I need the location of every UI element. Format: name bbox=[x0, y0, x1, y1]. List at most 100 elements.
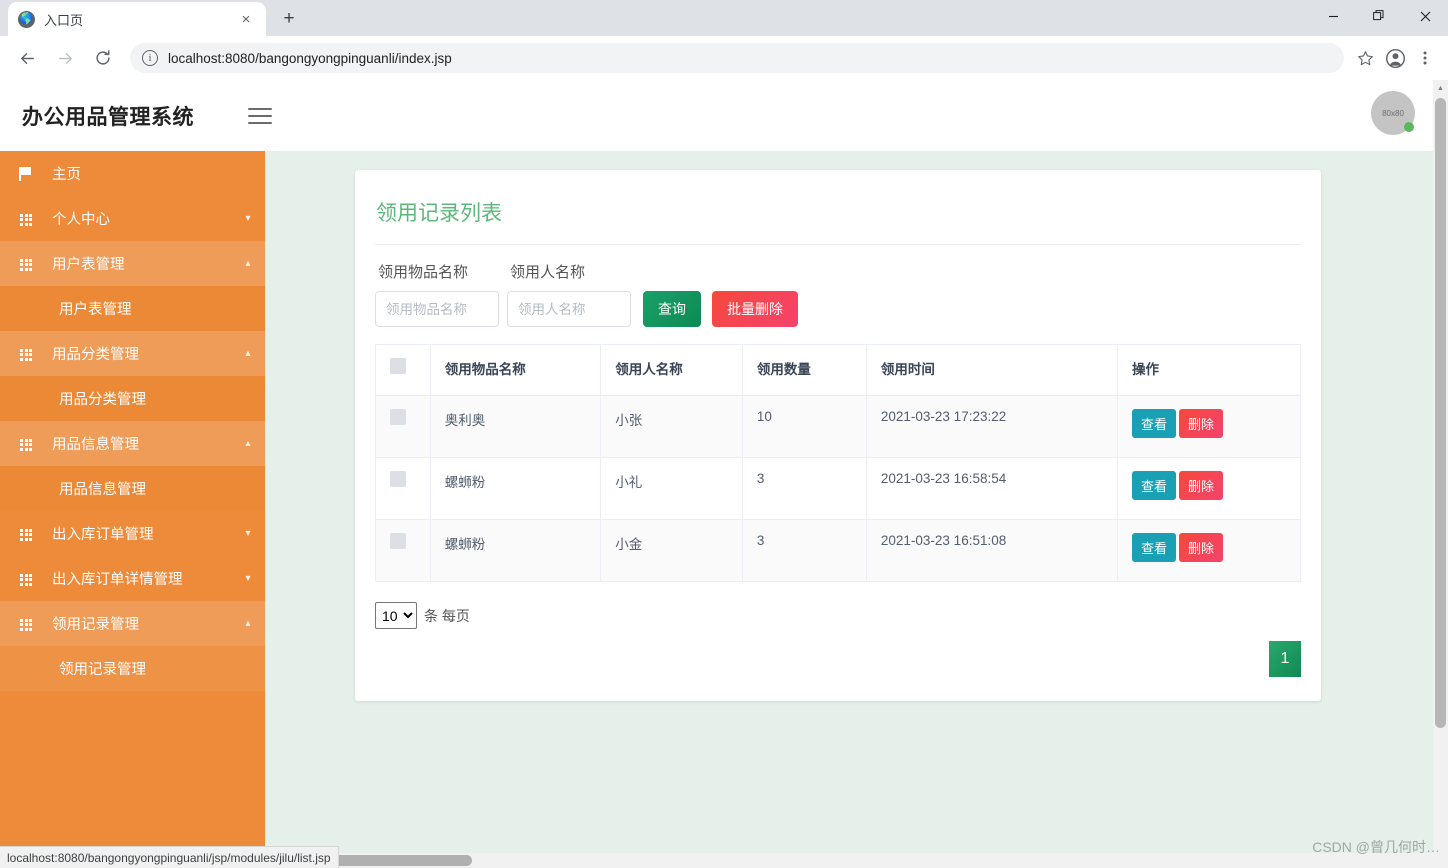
search-input-person-name[interactable] bbox=[507, 291, 631, 327]
vertical-scrollbar-thumb[interactable] bbox=[1435, 98, 1446, 728]
sidebar-subitem-category-management[interactable]: 用品分类管理 bbox=[0, 376, 265, 421]
cell-item-name: 螺蛳粉 bbox=[429, 519, 602, 582]
new-tab-button[interactable]: + bbox=[274, 4, 304, 34]
sidebar-item-label: 出入库订单详情管理 bbox=[52, 572, 183, 588]
person-name-label: 领用人名称 bbox=[510, 264, 586, 281]
batch-delete-button[interactable]: 批量删除 bbox=[712, 291, 798, 327]
sidebar-item-label: 个人中心 bbox=[52, 212, 110, 228]
select-all-checkbox[interactable] bbox=[390, 358, 406, 374]
watermark: CSDN @曾几何时… bbox=[1312, 839, 1440, 855]
vertical-scrollbar[interactable]: ▲ ▼ bbox=[1433, 80, 1448, 868]
delete-button[interactable]: 删除 bbox=[1179, 471, 1224, 500]
cell-item-name: 奥利奥 bbox=[429, 395, 602, 458]
sidebar-item-inout-order-detail-management[interactable]: 出入库订单详情管理 ▾ bbox=[0, 556, 265, 601]
sidebar-item-user-table-management[interactable]: 用户表管理 ▴ bbox=[0, 241, 265, 286]
grid-icon bbox=[0, 526, 52, 541]
window-controls bbox=[1310, 0, 1448, 32]
cell-operations: 查看 删除 bbox=[1117, 519, 1301, 582]
minimize-icon[interactable] bbox=[1310, 0, 1356, 32]
table-row: 螺蛳粉 小礼 3 2021-03-23 16:58:54 查看 删除 bbox=[375, 457, 1301, 520]
grid-icon bbox=[0, 616, 52, 631]
delete-button[interactable]: 删除 bbox=[1179, 533, 1224, 562]
cell-person-name: 小礼 bbox=[600, 457, 743, 520]
status-bar: localhost:8080/bangongyongpinguanli/jsp/… bbox=[0, 846, 339, 868]
sidebar-item-label: 领用记录管理 bbox=[52, 617, 139, 633]
url-text: localhost:8080/bangongyongpinguanli/inde… bbox=[168, 50, 452, 66]
chevron-down-icon: ▾ bbox=[245, 528, 251, 539]
sidebar-subitem-label: 领用记录管理 bbox=[59, 662, 146, 678]
chevron-down-icon: ▾ bbox=[245, 573, 251, 584]
sidebar-item-inout-order-management[interactable]: 出入库订单管理 ▾ bbox=[0, 511, 265, 556]
page-button-1[interactable]: 1 bbox=[1269, 641, 1301, 677]
sidebar-item-category-management[interactable]: 用品分类管理 ▴ bbox=[0, 331, 265, 376]
row-checkbox[interactable] bbox=[390, 409, 406, 425]
sidebar-item-record-management[interactable]: 领用记录管理 ▴ bbox=[0, 601, 265, 646]
reload-icon[interactable] bbox=[87, 42, 119, 74]
browser-toolbar: i localhost:8080/bangongyongpinguanli/in… bbox=[0, 36, 1448, 80]
cell-person-name: 小张 bbox=[600, 395, 743, 458]
search-input-item-name[interactable] bbox=[375, 291, 499, 327]
cell-time: 2021-03-23 17:23:22 bbox=[865, 395, 1119, 458]
row-checkbox-cell bbox=[375, 395, 431, 458]
cell-operations: 查看 删除 bbox=[1117, 395, 1301, 458]
hamburger-menu-icon[interactable] bbox=[248, 107, 272, 124]
address-bar[interactable]: i localhost:8080/bangongyongpinguanli/in… bbox=[130, 43, 1344, 73]
cell-quantity: 3 bbox=[741, 519, 867, 582]
table-body: 奥利奥 小张 10 2021-03-23 17:23:22 查看 删除 螺蛳粉 … bbox=[375, 395, 1301, 582]
back-arrow-icon[interactable] bbox=[11, 42, 43, 74]
sidebar-item-supply-info-management[interactable]: 用品信息管理 ▴ bbox=[0, 421, 265, 466]
delete-button[interactable]: 删除 bbox=[1179, 409, 1224, 438]
sidebar-item-label: 出入库订单管理 bbox=[52, 527, 154, 543]
close-icon[interactable] bbox=[1402, 0, 1448, 32]
sidebar-subitem-label: 用品信息管理 bbox=[59, 482, 146, 498]
chevron-up-icon: ▴ bbox=[245, 618, 251, 629]
sidebar-subitem-record-management[interactable]: 领用记录管理 bbox=[0, 646, 265, 691]
browser-titlebar: 🌎 入口页 × + bbox=[0, 0, 1448, 36]
row-checkbox-cell bbox=[375, 519, 431, 582]
page-title: 办公用品管理系统 bbox=[22, 105, 194, 129]
card-title: 领用记录列表 bbox=[375, 190, 1301, 245]
header-operations: 操作 bbox=[1117, 344, 1301, 396]
view-button[interactable]: 查看 bbox=[1132, 471, 1177, 500]
view-button[interactable]: 查看 bbox=[1132, 409, 1177, 438]
chevron-down-icon: ▾ bbox=[245, 213, 251, 224]
header-person-name: 领用人名称 bbox=[600, 344, 743, 396]
table-row: 螺蛳粉 小金 3 2021-03-23 16:51:08 查看 删除 bbox=[375, 519, 1301, 582]
sidebar-item-label: 用品分类管理 bbox=[52, 347, 139, 363]
browser-window: 🌎 入口页 × + i localhost:8080/bangongyongpi… bbox=[0, 0, 1448, 868]
profile-avatar-icon[interactable] bbox=[1380, 43, 1410, 73]
close-icon[interactable]: × bbox=[236, 11, 256, 28]
info-circle-icon[interactable]: i bbox=[142, 50, 158, 66]
sidebar-item-label: 用品信息管理 bbox=[52, 437, 139, 453]
scroll-up-icon[interactable]: ▲ bbox=[1433, 81, 1448, 96]
row-checkbox[interactable] bbox=[390, 471, 406, 487]
table-header-row: 领用物品名称 领用人名称 领用数量 领用时间 操作 bbox=[375, 344, 1301, 396]
sidebar-subitem-user-table-management[interactable]: 用户表管理 bbox=[0, 286, 265, 331]
pagination-size-control: 10 条 每页 bbox=[375, 602, 1301, 629]
sidebar-subitem-label: 用户表管理 bbox=[59, 302, 132, 318]
app-header: 办公用品管理系统 80x80 bbox=[0, 80, 1448, 151]
horizontal-scrollbar-thumb[interactable] bbox=[320, 855, 472, 866]
chevron-up-icon: ▴ bbox=[245, 348, 251, 359]
row-checkbox-cell bbox=[375, 457, 431, 520]
page-size-select[interactable]: 10 bbox=[375, 602, 417, 629]
three-dot-menu-icon[interactable] bbox=[1410, 43, 1440, 73]
sidebar-item-label: 用户表管理 bbox=[52, 257, 125, 273]
avatar[interactable]: 80x80 bbox=[1371, 91, 1415, 135]
browser-tab[interactable]: 🌎 入口页 × bbox=[8, 2, 266, 36]
status-bar-url: localhost:8080/bangongyongpinguanli/jsp/… bbox=[7, 850, 331, 865]
restore-icon[interactable] bbox=[1356, 0, 1402, 32]
sidebar-item-home[interactable]: 主页 bbox=[0, 151, 265, 196]
view-button[interactable]: 查看 bbox=[1132, 533, 1177, 562]
cell-person-name: 小金 bbox=[600, 519, 743, 582]
query-button[interactable]: 查询 bbox=[643, 291, 701, 327]
grid-icon bbox=[0, 346, 52, 361]
star-icon[interactable] bbox=[1350, 43, 1380, 73]
table-row: 奥利奥 小张 10 2021-03-23 17:23:22 查看 删除 bbox=[375, 395, 1301, 458]
row-checkbox[interactable] bbox=[390, 533, 406, 549]
sidebar-item-label: 主页 bbox=[52, 167, 81, 183]
sidebar-subitem-supply-info-management[interactable]: 用品信息管理 bbox=[0, 466, 265, 511]
cell-time: 2021-03-23 16:58:54 bbox=[865, 457, 1119, 520]
grid-icon bbox=[0, 571, 52, 586]
sidebar-item-personal-center[interactable]: 个人中心 ▾ bbox=[0, 196, 265, 241]
